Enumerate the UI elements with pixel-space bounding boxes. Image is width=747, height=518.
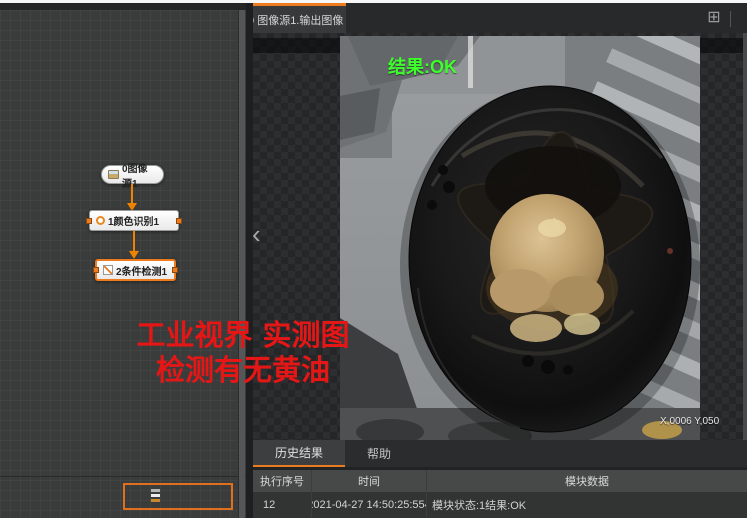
cell-module-data: 模块状态:1结果:OK — [427, 492, 747, 518]
tab-history-results-label: 历史结果 — [275, 444, 323, 461]
connector-nub-left[interactable] — [86, 218, 92, 224]
col-header-time: 时间 — [312, 470, 427, 492]
minimap-node-glyphs — [151, 489, 160, 502]
viewer-vertical-scrollbar[interactable] — [743, 33, 747, 440]
cell-seq: 12 — [253, 492, 312, 518]
history-table-row[interactable]: 12 2021-04-27 14:50:25:554 模块状态:1结果:OK — [253, 492, 747, 518]
flow-connector-line — [133, 231, 135, 252]
tabbar-separator — [730, 11, 731, 27]
tab-help[interactable]: 帮助 — [345, 440, 413, 467]
history-table: 执行序号 时间 模块数据 12 2021-04-27 14:50:25:554 … — [253, 470, 747, 518]
flowchart-canvas[interactable]: 0图像源1 1颜色识别1 2条件检测1 — [0, 10, 246, 518]
vision-software-window: 0图像源1 1颜色识别1 2条件检测1 0 图像源1.输出图 — [0, 0, 747, 518]
flow-connector-line — [131, 184, 133, 204]
result-ok-overlay: 结果:OK — [388, 53, 457, 79]
flow-node-image-source[interactable]: 0图像源1 — [101, 165, 164, 184]
flow-node-label: 0图像源1 — [122, 160, 157, 190]
condition-check-icon — [103, 265, 113, 275]
tab-history-results[interactable]: 历史结果 — [253, 440, 345, 467]
history-panel: 历史结果 帮助 执行序号 时间 模块数据 12 2021-04-27 14:50… — [253, 440, 747, 518]
history-table-header: 执行序号 时间 模块数据 — [253, 470, 747, 492]
image-source-icon — [108, 170, 119, 179]
cursor-coordinates: X,0006 Y,050 — [660, 416, 719, 427]
inspection-photo — [340, 36, 700, 440]
col-header-module-data: 模块数据 — [427, 470, 747, 492]
tab-output-image-label: 0 图像源1.输出图像 — [253, 12, 343, 28]
flow-connector-arrowhead — [129, 251, 139, 259]
connector-nub-left[interactable] — [93, 267, 99, 273]
connector-nub-right[interactable] — [172, 267, 178, 273]
flow-node-color-recognition[interactable]: 1颜色识别1 — [89, 210, 179, 231]
minimap-viewport-box[interactable] — [123, 483, 233, 510]
cell-time: 2021-04-27 14:50:25:554 — [312, 492, 427, 518]
tab-help-label: 帮助 — [367, 445, 391, 462]
panel-divider[interactable] — [246, 3, 253, 518]
flow-node-label: 2条件检测1 — [116, 263, 167, 278]
viewer-tabbar: 0 图像源1.输出图像 ◢ ⊞ — [253, 3, 747, 33]
flowchart-minimap — [0, 476, 246, 518]
collapse-chevron-icon[interactable]: ‹ — [253, 221, 261, 247]
flow-node-label: 1颜色识别1 — [108, 213, 159, 228]
image-viewer[interactable]: 结果:OK X,0006 Y,050 ‹ — [253, 33, 747, 440]
connector-nub-right[interactable] — [176, 218, 182, 224]
color-recognition-icon — [96, 216, 105, 225]
history-panel-tabs: 历史结果 帮助 — [253, 440, 747, 467]
flowchart-vertical-scrollbar[interactable] — [238, 10, 245, 518]
col-header-seq: 执行序号 — [253, 470, 312, 492]
fit-view-icon[interactable]: ⊞ — [705, 9, 723, 27]
flow-node-condition-check[interactable]: 2条件检测1 — [95, 259, 176, 281]
tab-output-image[interactable]: 0 图像源1.输出图像 ◢ — [253, 3, 346, 33]
